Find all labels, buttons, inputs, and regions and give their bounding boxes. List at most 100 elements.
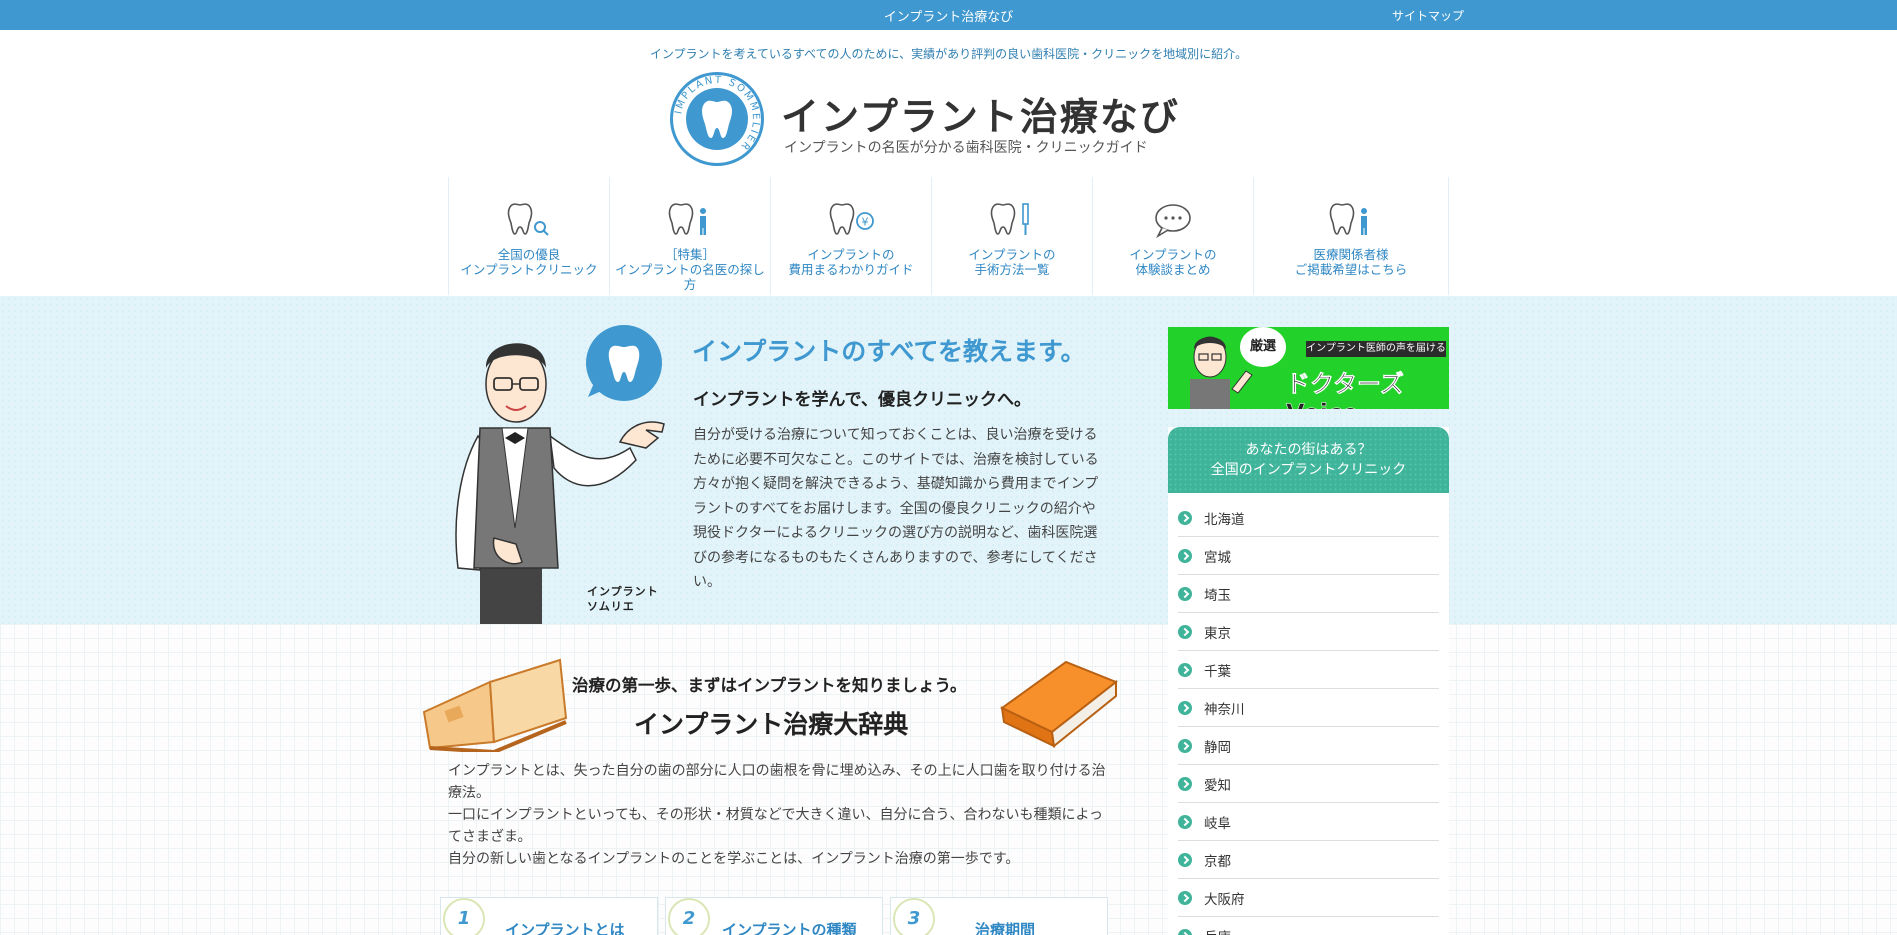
sidebar-head-line1: あなたの街はある？ [1245,442,1372,458]
region-label: 北海道 [1204,511,1245,528]
region-item[interactable]: 神奈川 [1178,689,1439,727]
region-label: 千葉 [1204,663,1231,680]
sitemap-link[interactable]: サイトマップ [1392,7,1464,24]
caption-line1: インプラント [587,585,659,598]
region-label: 東京 [1204,625,1231,642]
region-item[interactable]: 岐阜 [1178,803,1439,841]
nav-label-line1: ［特集］ [664,247,715,262]
svg-text:¥: ¥ [862,216,869,229]
nav-label-line2: ご掲載希望はこちら [1294,262,1408,277]
nav-label-line2: インプラントの名医の探し方 [615,262,765,292]
closed-book-illustration [1000,660,1118,748]
tagline: インプラントを考えているすべての人のために、実績があり評判の良い歯科医院・クリニ… [649,47,1248,61]
nav-item-experiences[interactable]: インプラントの 体験談まとめ [1092,177,1253,295]
card-number: 3 [893,898,935,935]
card-title: 治療期間 [975,921,1036,935]
doctors-voice-banner[interactable]: 厳選 インプラント医師の声を届ける ドクターズVoice [1168,327,1449,409]
dictionary-card-treatment-period[interactable]: 3 治療期間 [890,897,1108,935]
region-label: 静岡 [1204,739,1231,756]
nav-label-line1: 全国の優良 [497,247,561,262]
region-item[interactable]: 宮城 [1178,537,1439,575]
dictionary-card-what-is-implant[interactable]: 1 インプラントとは [440,897,658,935]
dictionary-title: インプラント治療大辞典 [634,710,909,739]
nav-item-find-doctor[interactable]: ［特集］ インプラントの名医の探し方 [609,177,770,295]
banner-title: ドクターズVoice [1286,370,1404,409]
chevron-right-icon [1178,776,1192,791]
nav-label-line2: 手術方法一覧 [974,262,1050,277]
region-item[interactable]: 静岡 [1178,727,1439,765]
region-list: 北海道 宮城 埼玉 東京 千葉 神奈川 静岡 愛知 岐阜 京都 大阪府 兵庫 [1168,499,1449,935]
chevron-right-icon [1178,624,1192,639]
tooth-yen-icon: ¥ [829,203,874,235]
region-label: 宮城 [1204,549,1231,566]
dictionary-paragraph: 自分の新しい歯となるインプラントのことを学ぶことは、インプラント治療の第一歩です… [448,851,1020,867]
region-item[interactable]: 千葉 [1178,651,1439,689]
chevron-right-icon [1178,814,1192,829]
region-label: 大阪府 [1204,891,1245,908]
logo-tooth-badge [686,88,748,150]
chevron-right-icon [1178,700,1192,715]
hero-body-text: 自分が受ける治療について知っておくことは、良い治療を受けるために必要不可欠なこと… [693,427,1099,590]
region-item[interactable]: 京都 [1178,841,1439,879]
nav-label-line2: 費用まるわかりガイド [788,262,914,277]
nav-label-line1: インプラントの [968,247,1056,262]
region-item[interactable]: 東京 [1178,613,1439,651]
speech-bubble-icon [1155,204,1191,239]
nav-label-line1: インプラントの [1129,247,1217,262]
chevron-right-icon [1178,548,1192,563]
dictionary-paragraph: インプラントとは、失った自分の歯の部分に人口の歯根を骨に埋め込み、その上に人口歯… [448,763,1106,801]
hero-title: インプラントのすべてを教えます。 [692,337,1086,366]
dictionary-lead: 治療の第一歩、まずはインプラントを知りましょう。 [572,676,967,695]
region-label: 岐阜 [1204,815,1231,832]
region-label: 愛知 [1204,777,1231,794]
region-sidebar: あなたの街はある？ 全国のインプラントクリニック 北海道 宮城 埼玉 東京 千葉… [1168,427,1449,935]
card-number: 2 [668,898,710,935]
tooth-icon [702,100,732,138]
chevron-right-icon [1178,890,1192,905]
region-label: 神奈川 [1204,701,1245,718]
tooth-tool-icon [990,203,1029,235]
sidebar-head-line2: 全国のインプラントクリニック [1210,462,1407,478]
nav-item-clinics[interactable]: 全国の優良 インプラントクリニック [448,177,609,295]
site-subtitle: インプラントの名医が分かる歯科医院・クリニックガイド [784,140,1148,156]
nav-label-line2: インプラントクリニック [460,262,598,277]
tooth-person-icon [1329,203,1367,235]
region-item[interactable]: 北海道 [1178,499,1439,537]
region-label: 京都 [1204,853,1231,870]
nav-label-line1: 医療関係者様 [1313,247,1389,262]
site-title[interactable]: インプラント治療なび [781,86,1180,141]
nav-label-line2: 体験談まとめ [1135,262,1211,277]
card-title: インプラントの種類 [722,921,857,935]
top-bar-title: インプラント治療なび [883,10,1014,25]
top-bar: インプラント治療なび サイトマップ [0,0,1897,30]
tooth-doctor-icon [668,203,706,235]
region-item[interactable]: 大阪府 [1178,879,1439,917]
chevron-right-icon [1178,738,1192,753]
banner-badge: 厳選 [1240,327,1286,367]
card-title: インプラントとは [505,921,625,935]
region-item[interactable]: 兵庫 [1178,917,1439,935]
nav-item-listing-request[interactable]: 医療関係者様 ご掲載希望はこちら [1253,177,1449,295]
chevron-right-icon [1178,928,1192,935]
dictionary-card-implant-types[interactable]: 2 インプラントの種類 [665,897,883,935]
hero-subtitle: インプラントを学んで、優良クリニックへ。 [693,390,1031,410]
logo[interactable]: IMPLANT SOMMELIER [670,72,764,166]
chevron-right-icon [1178,510,1192,525]
nav-item-cost-guide[interactable]: ¥ インプラントの 費用まるわかりガイド [770,177,931,295]
banner-tagline: インプラント医師の声を届ける [1306,341,1446,357]
tooth-speech-bubble-icon [586,325,662,401]
dictionary-body: インプラントとは、失った自分の歯の部分に人口の歯根を骨に埋め込み、その上に人口歯… [448,760,1108,870]
card-number: 1 [443,898,485,935]
nav-item-surgery[interactable]: インプラントの 手術方法一覧 [931,177,1092,295]
region-label: 兵庫 [1204,926,1231,935]
nav-label-line1: インプラントの [807,247,895,262]
region-item[interactable]: 愛知 [1178,765,1439,803]
main-nav: 全国の優良 インプラントクリニック ［特集］ インプラントの名医の探し方 ¥ インプ… [448,177,1449,295]
region-item[interactable]: 埼玉 [1178,575,1439,613]
tooth-search-icon [507,203,549,236]
caption-line2: ソムリエ [587,600,635,613]
chevron-right-icon [1178,662,1192,677]
dictionary-paragraph: 一口にインプラントといっても、その形状・材質などで大きく違い、自分に合う、合わな… [448,807,1104,845]
open-book-illustration [422,658,568,752]
region-sidebar-header: あなたの街はある？ 全国のインプラントクリニック [1168,427,1449,493]
